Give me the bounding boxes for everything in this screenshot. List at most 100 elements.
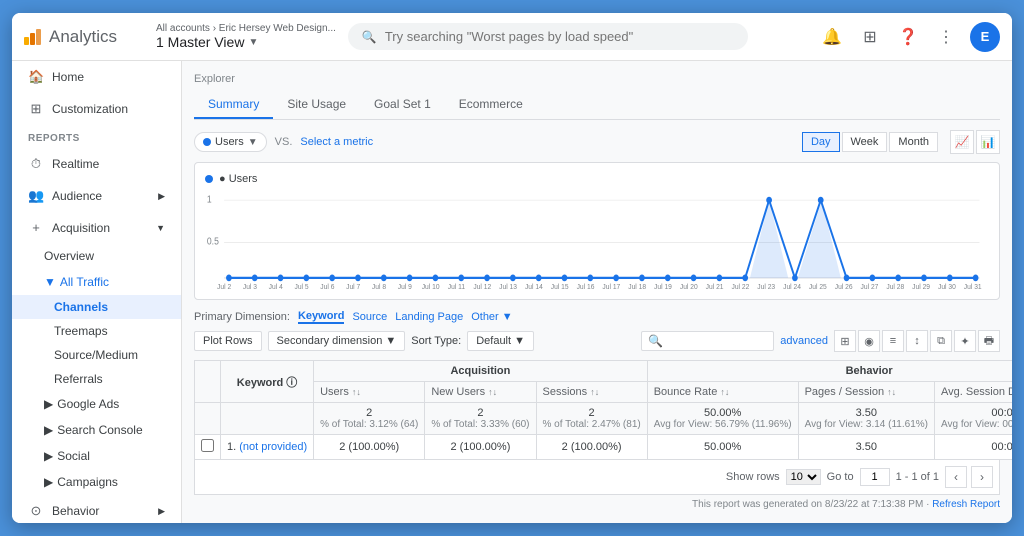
row1-keyword-link[interactable]: (not provided) [239, 441, 307, 453]
primary-dim-label: Primary Dimension: [194, 311, 290, 323]
sidebar-item-google-ads[interactable]: ▶Google Ads [12, 391, 181, 417]
svg-text:Jul 5: Jul 5 [294, 281, 308, 289]
new-users-col-header[interactable]: New Users ↑↓ [425, 382, 536, 403]
avatar[interactable]: E [970, 22, 1000, 52]
sidebar-item-audience[interactable]: 👥 Audience ▶ [12, 180, 181, 212]
chart-controls: Users ▼ VS. Select a metric Day Week Mon… [194, 130, 1000, 154]
sidebar-item-all-traffic[interactable]: ▼All Traffic [12, 269, 181, 295]
dim-link-other[interactable]: Other ▼ [471, 311, 512, 323]
pages-col-header[interactable]: Pages / Session ↑↓ [798, 382, 934, 403]
sidebar-item-social[interactable]: ▶Social [12, 443, 181, 469]
advanced-link[interactable]: advanced [780, 335, 828, 347]
line-chart-btn[interactable]: 📈 [950, 130, 974, 154]
avg-duration-col-header[interactable]: Avg. Session Duration ↑↓ [934, 382, 1012, 403]
search-bar[interactable]: 🔍 [348, 23, 748, 50]
tab-summary[interactable]: Summary [194, 91, 273, 119]
totals-keyword-cell [221, 403, 314, 435]
search-input[interactable] [385, 29, 734, 44]
rows-per-page-select[interactable]: 10 25 50 [786, 469, 821, 485]
lifehack-view-icon[interactable]: ✦ [954, 330, 976, 352]
plot-rows-button[interactable]: Plot Rows [194, 331, 262, 351]
table-search[interactable]: 🔍 [641, 331, 774, 351]
breadcrumb-title[interactable]: 1 Master View ▼ [156, 34, 336, 50]
row1-checkbox[interactable] [201, 439, 214, 452]
sidebar-item-behavior[interactable]: ⊙ Behavior ▶ [12, 495, 181, 523]
sidebar-item-overview[interactable]: Overview [12, 243, 181, 269]
metric-selector[interactable]: Users ▼ [194, 132, 267, 152]
dim-link-landing-page[interactable]: Landing Page [395, 311, 463, 323]
primary-dimension-row: Primary Dimension: Keyword Source Landin… [194, 310, 1000, 324]
sidebar-item-referrals[interactable]: Referrals [12, 367, 181, 391]
apps-icon[interactable]: ⊞ [856, 23, 884, 51]
date-btn-month[interactable]: Month [889, 132, 938, 152]
smart-view-icon[interactable]: 🖶 [978, 330, 1000, 352]
metric-chevron-icon: ▼ [248, 137, 258, 148]
top-actions: 🔔 ⊞ ❓ ⋮ E [818, 22, 1000, 52]
svg-text:Jul 23: Jul 23 [757, 281, 775, 289]
page-input[interactable] [860, 468, 890, 486]
top-bar: Analytics All accounts › Eric Hersey Web… [12, 13, 1012, 61]
search-icon-small: 🔍 [648, 334, 663, 348]
sidebar-item-search-console[interactable]: ▶Search Console [12, 417, 181, 443]
row1-sessions-cell: 2 (100.00%) [536, 435, 647, 460]
users-col-header[interactable]: Users ↑↓ [314, 382, 425, 403]
default-sort-button[interactable]: Default ▼ [467, 331, 534, 351]
sessions-col-header[interactable]: Sessions ↑↓ [536, 382, 647, 403]
more-icon[interactable]: ⋮ [932, 23, 960, 51]
svg-text:Jul 27: Jul 27 [861, 281, 879, 289]
totals-bounce-cell: 50.00% Avg for View: 56.79% (11.96%) [647, 403, 798, 435]
dim-link-keyword[interactable]: Keyword [298, 310, 344, 324]
select-metric-link[interactable]: Select a metric [300, 136, 373, 148]
row1-keyword-cell: 1. (not provided) [221, 435, 314, 460]
next-page-button[interactable]: › [971, 466, 993, 488]
svg-text:Jul 25: Jul 25 [809, 281, 827, 289]
chart-legend-dot [205, 175, 213, 183]
sidebar-item-channels[interactable]: Channels [12, 295, 181, 319]
comparison-view-icon[interactable]: ≡ [882, 330, 904, 352]
refresh-report-link[interactable]: Refresh Report [932, 499, 1000, 510]
totals-sessions-cell: 2 % of Total: 2.47% (81) [536, 403, 647, 435]
chart-legend: ● Users [205, 173, 989, 185]
table-controls: Plot Rows Secondary dimension ▼ Sort Typ… [194, 330, 1000, 352]
svg-text:Jul 4: Jul 4 [269, 281, 283, 289]
prev-page-button[interactable]: ‹ [945, 466, 967, 488]
svg-text:Jul 21: Jul 21 [706, 281, 724, 289]
totals-new-users-cell: 2 % of Total: 3.33% (60) [425, 403, 536, 435]
table-view-icon[interactable]: ⊞ [834, 330, 856, 352]
sidebar-item-treemaps[interactable]: Treemaps [12, 319, 181, 343]
table-search-input[interactable] [667, 335, 767, 347]
logo-area: Analytics [24, 27, 144, 47]
bar-chart-btn[interactable]: 📊 [976, 130, 1000, 154]
row1-users-cell: 2 (100.00%) [314, 435, 425, 460]
sidebar-item-acquisition[interactable]: + Acquisition ▼ [12, 212, 181, 243]
go-to-label: Go to [827, 471, 854, 483]
sidebar-item-campaigns[interactable]: ▶Campaigns [12, 469, 181, 495]
pie-view-icon[interactable]: ◉ [858, 330, 880, 352]
sidebar-item-realtime[interactable]: ⏱ Realtime [12, 148, 181, 180]
sidebar-item-source-medium[interactable]: Source/Medium [12, 343, 181, 367]
svg-text:Jul 26: Jul 26 [835, 281, 853, 289]
term-view-icon[interactable]: ↕ [906, 330, 928, 352]
date-btn-week[interactable]: Week [842, 132, 888, 152]
svg-text:1: 1 [207, 194, 212, 205]
pivot-view-icon[interactable]: ⧉ [930, 330, 952, 352]
row1-pages-cell: 3.50 [798, 435, 934, 460]
svg-text:Jul 14: Jul 14 [525, 281, 543, 289]
tab-ecommerce[interactable]: Ecommerce [445, 91, 537, 119]
notifications-icon[interactable]: 🔔 [818, 23, 846, 51]
date-btn-day[interactable]: Day [802, 132, 840, 152]
page-navigation: ‹ › [945, 466, 993, 488]
svg-text:Jul 17: Jul 17 [602, 281, 620, 289]
svg-text:Jul 10: Jul 10 [422, 281, 440, 289]
dim-link-source[interactable]: Source [352, 311, 387, 323]
bounce-rate-col-header[interactable]: Bounce Rate ↑↓ [647, 382, 798, 403]
help-icon[interactable]: ❓ [894, 23, 922, 51]
sidebar-item-customization[interactable]: ⊞ Customization [12, 93, 181, 125]
report-footer: This report was generated on 8/23/22 at … [194, 495, 1000, 514]
row1-checkbox-cell[interactable] [195, 435, 221, 460]
sidebar-item-home[interactable]: 🏠 Home [12, 61, 181, 93]
tab-goal-set-1[interactable]: Goal Set 1 [360, 91, 445, 119]
svg-text:Jul 24: Jul 24 [783, 281, 801, 289]
secondary-dimension-button[interactable]: Secondary dimension ▼ [268, 331, 406, 351]
tab-site-usage[interactable]: Site Usage [273, 91, 360, 119]
